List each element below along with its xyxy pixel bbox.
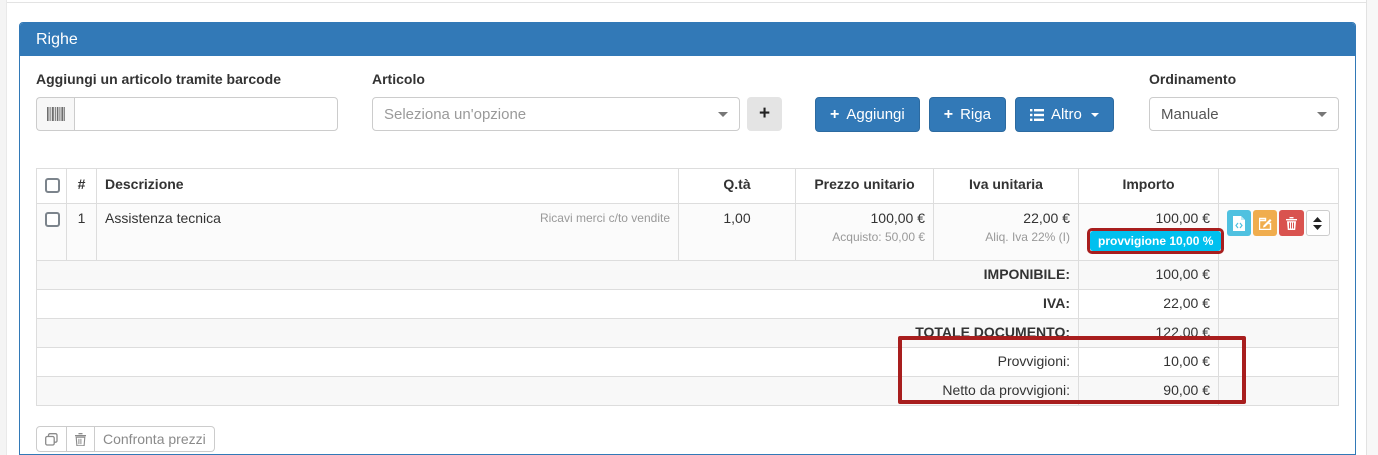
col-header-actions [1219, 169, 1339, 204]
panel-header: Righe [20, 23, 1355, 56]
col-header-qta: Q.tà [679, 169, 796, 204]
plus-icon: + [944, 106, 953, 124]
row-actions [1227, 210, 1330, 236]
row-iva: 22,00 € [942, 210, 1070, 226]
plus-icon: + [759, 103, 770, 124]
confronta-prezzi-label: Confronta prezzi [103, 431, 206, 447]
aggiungi-button-label: Aggiungi [846, 106, 904, 123]
table-row: 1 Assistenza tecnica Ricavi merci c/to v… [37, 204, 1339, 261]
sort-handle-button[interactable] [1306, 210, 1330, 236]
confronta-prezzi-button[interactable]: Confronta prezzi [95, 426, 215, 452]
table-header-row: # Descrizione Q.tà Prezzo unitario Iva u… [37, 169, 1339, 204]
page-left-gutter [0, 0, 7, 455]
row-qta: 1,00 [679, 204, 796, 261]
ordinamento-field-group: Ordinamento Manuale [1149, 71, 1339, 131]
chevron-down-icon [718, 112, 728, 117]
delete-rows-button[interactable] [67, 426, 95, 452]
articolo-select[interactable]: Seleziona un'opzione [372, 97, 740, 131]
summary-value: 122,00 € [1079, 319, 1219, 348]
summary-row-imponibile: IMPONIBILE: 100,00 € [37, 261, 1339, 290]
barcode-field-group: Aggiungi un articolo tramite barcode [36, 71, 338, 131]
col-header-importo: Importo [1079, 169, 1219, 204]
aggiungi-button[interactable]: + Aggiungi [815, 97, 920, 132]
panel-title: Righe [36, 31, 78, 49]
ordinamento-label: Ordinamento [1149, 71, 1339, 88]
edit-button[interactable] [1253, 210, 1277, 236]
summary-label: Provvigioni: [37, 348, 1079, 377]
barcode-addon [36, 97, 74, 131]
riga-button[interactable]: + Riga [929, 97, 1006, 132]
col-header-num: # [67, 169, 97, 204]
ordinamento-select[interactable]: Manuale [1149, 97, 1339, 131]
righe-panel: Righe Aggiungi un articolo tramite barco… [19, 22, 1356, 455]
row-checkbox[interactable] [45, 212, 60, 227]
summary-value: 90,00 € [1079, 377, 1219, 406]
file-code-icon [1233, 216, 1245, 231]
altro-dropdown-button[interactable]: Altro [1015, 97, 1114, 132]
col-header-descrizione: Descrizione [97, 169, 679, 204]
barcode-label: Aggiungi un articolo tramite barcode [36, 71, 338, 88]
caret-down-icon [1091, 113, 1099, 117]
ordinamento-select-value: Manuale [1161, 106, 1219, 123]
summary-value: 10,00 € [1079, 348, 1219, 377]
toolbar-form-row: Aggiungi un articolo tramite barcode [36, 71, 1339, 132]
articolo-label: Articolo [372, 71, 782, 88]
row-descrizione: Assistenza tecnica [105, 210, 221, 226]
barcode-icon [47, 107, 65, 121]
page-right-gutter [1366, 0, 1378, 455]
file-code-button[interactable] [1227, 210, 1251, 236]
provvigione-annotation-box: provvigione 10,00 % [1087, 228, 1224, 254]
select-all-checkbox[interactable] [45, 178, 60, 193]
col-header-iva-unitaria: Iva unitaria [934, 169, 1079, 204]
summary-row-iva: IVA: 22,00 € [37, 290, 1339, 319]
row-aliquota-iva: Aliq. Iva 22% (I) [942, 230, 1070, 244]
add-articolo-button[interactable]: + [747, 97, 782, 131]
summary-label: IVA: [37, 290, 1079, 319]
row-prezzo-acquisto: Acquisto: 50,00 € [804, 230, 925, 244]
barcode-input-group [36, 97, 338, 131]
action-buttons-row: + Aggiungi + Riga Altro [815, 97, 1114, 132]
articolo-field-group: Articolo Seleziona un'opzione + [372, 71, 782, 131]
list-icon [1030, 109, 1044, 121]
row-number: 1 [67, 204, 97, 261]
summary-label: Netto da provvigioni: [37, 377, 1079, 406]
summary-row-totale: TOTALE DOCUMENTO: 122,00 € [37, 319, 1339, 348]
summary-label: TOTALE DOCUMENTO: [37, 319, 1079, 348]
righe-table: # Descrizione Q.tà Prezzo unitario Iva u… [36, 168, 1339, 406]
copy-icon [45, 433, 58, 446]
summary-value: 22,00 € [1079, 290, 1219, 319]
trash-icon [1286, 217, 1297, 230]
provvigione-badge: provvigione 10,00 % [1090, 231, 1221, 251]
sort-arrows-icon [1313, 217, 1322, 230]
summary-label: IMPONIBILE: [37, 261, 1079, 290]
footer-button-group: Confronta prezzi [36, 426, 215, 452]
barcode-input[interactable] [74, 97, 338, 131]
plus-icon: + [830, 106, 839, 124]
page-top-divider [7, 2, 1366, 3]
panel-body: Aggiungi un articolo tramite barcode [20, 56, 1355, 452]
row-prezzo: 100,00 € [804, 210, 925, 226]
riga-button-label: Riga [960, 106, 991, 123]
row-conto: Ricavi merci c/to vendite [540, 211, 670, 225]
summary-row-netto-provvigioni: Netto da provvigioni: 90,00 € [37, 377, 1339, 406]
col-header-prezzo-unitario: Prezzo unitario [796, 169, 934, 204]
chevron-down-icon [1317, 112, 1327, 117]
summary-row-provvigioni: Provvigioni: 10,00 € [37, 348, 1339, 377]
duplicate-rows-button[interactable] [36, 426, 67, 452]
articolo-select-placeholder: Seleziona un'opzione [384, 106, 526, 123]
row-importo: 100,00 € [1087, 210, 1210, 226]
trash-icon [75, 433, 86, 446]
edit-icon [1259, 217, 1272, 230]
delete-button[interactable] [1279, 210, 1303, 236]
altro-button-label: Altro [1051, 106, 1082, 123]
summary-value: 100,00 € [1079, 261, 1219, 290]
